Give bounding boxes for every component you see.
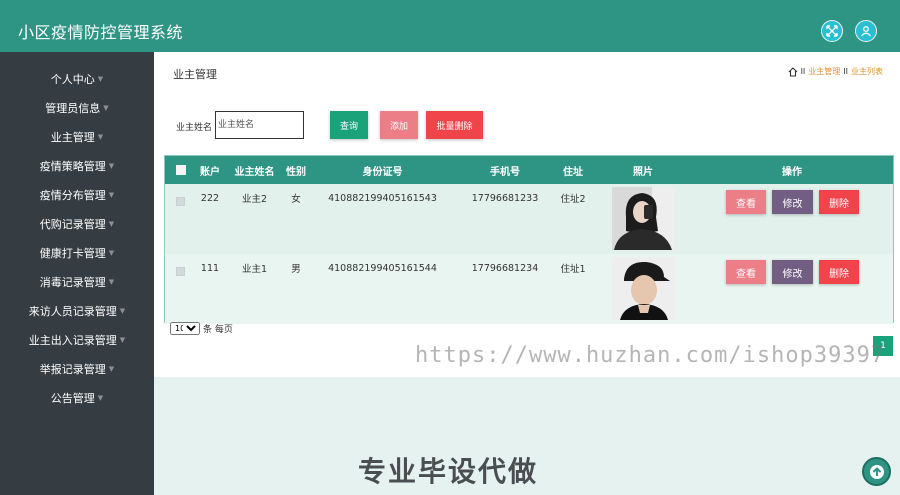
sidebar: 个人中心 ▼ 管理员信息 ▼ 业主管理 ▼ 疫情策略管理 ▼ 疫情分布管理 ▼ 代购记录管… xyxy=(0,52,154,495)
female-portrait-photo xyxy=(612,187,675,250)
chevron-down-icon: ▼ xyxy=(103,104,109,112)
sidebar-item-label: 健康打卡管理 xyxy=(39,247,106,260)
sidebar-item-admin-info[interactable]: 管理员信息 ▼ xyxy=(0,98,154,118)
breadcrumb-separator: II xyxy=(843,67,848,76)
home-icon[interactable] xyxy=(788,66,798,77)
column-header-actions: 操作 xyxy=(782,166,802,178)
cell-name: 业主1 xyxy=(241,264,268,275)
page-title: 业主管理 xyxy=(173,68,217,81)
delete-button[interactable]: 删除 xyxy=(819,260,859,284)
sidebar-item-label: 公告管理 xyxy=(50,392,95,405)
edit-button[interactable]: 修改 xyxy=(772,260,813,284)
sidebar-item-label: 业主管理 xyxy=(50,131,95,144)
sidebar-item-label: 管理员信息 xyxy=(45,102,101,115)
cell-id-card: 410882199405161543 xyxy=(328,192,437,204)
cell-account: 111 xyxy=(200,262,220,274)
cell-address: 住址1 xyxy=(560,264,586,275)
breadcrumb-item-owner-list[interactable]: 业主列表 xyxy=(851,66,883,77)
cell-name: 业主2 xyxy=(241,194,268,205)
query-button[interactable]: 查询 xyxy=(330,111,368,139)
cell-address: 住址2 xyxy=(560,194,586,205)
promo-text: 专业毕设代做 xyxy=(358,455,539,488)
male-portrait-photo xyxy=(612,257,675,320)
chevron-down-icon: ▼ xyxy=(97,75,104,83)
user-button[interactable] xyxy=(855,20,877,42)
row-checkbox[interactable] xyxy=(176,197,185,206)
page-size-suffix: 条 每页 xyxy=(203,325,233,335)
column-header-address: 住址 xyxy=(563,166,583,178)
sidebar-item-label: 来访人员记录管理 xyxy=(28,305,117,318)
chevron-down-icon: ▼ xyxy=(97,133,104,141)
search-label: 业主姓名 xyxy=(176,123,213,133)
sidebar-item-access-records[interactable]: 业主出入记录管理 ▼ xyxy=(0,330,154,350)
sidebar-item-personal-center[interactable]: 个人中心 ▼ xyxy=(0,69,154,89)
url-watermark: https://www.huzhan.com/ishop39397 xyxy=(415,343,886,368)
chevron-down-icon: ▼ xyxy=(108,220,115,228)
column-header-photo: 照片 xyxy=(633,166,653,178)
sidebar-item-purchase-records[interactable]: 代购记录管理 ▼ xyxy=(0,214,154,234)
sidebar-item-label: 消毒记录管理 xyxy=(39,276,106,289)
arrow-up-icon xyxy=(869,464,884,479)
table-header: 账户 业主姓名 性别 身份证号 手机号 住址 照片 操作 xyxy=(165,156,893,184)
page-size-control: 10 条 每页 xyxy=(170,322,233,335)
cell-gender: 男 xyxy=(291,264,301,275)
cell-gender: 女 xyxy=(291,194,301,205)
sidebar-item-report-records[interactable]: 举报记录管理 ▼ xyxy=(0,359,154,379)
cell-id-card: 410882199405161544 xyxy=(328,262,437,274)
page-size-select[interactable]: 10 xyxy=(170,322,200,335)
batch-delete-button[interactable]: 批量删除 xyxy=(426,111,483,139)
app-title: 小区疫情防控管理系统 xyxy=(18,23,184,42)
column-header-phone: 手机号 xyxy=(490,166,520,178)
breadcrumb-item-owner-management[interactable]: 业主管理 xyxy=(808,66,840,77)
fullscreen-button[interactable] xyxy=(821,20,843,42)
user-icon xyxy=(860,26,872,37)
table-row: 111 业主1 男 410882199405161544 17796681234… xyxy=(165,254,893,324)
sidebar-item-label: 代购记录管理 xyxy=(39,218,106,231)
sidebar-item-epidemic-strategy[interactable]: 疫情策略管理 ▼ xyxy=(0,156,154,176)
sidebar-item-label: 疫情分布管理 xyxy=(39,189,106,202)
chevron-down-icon: ▼ xyxy=(108,249,115,257)
column-header-gender: 性别 xyxy=(286,166,306,178)
table-row: 222 业主2 女 410882199405161543 17796681233… xyxy=(165,184,893,254)
cell-phone: 17796681233 xyxy=(471,192,539,204)
column-header-id-card: 身份证号 xyxy=(362,166,403,178)
main-content: 业主管理 II 业主管理 II 业主列表 业主姓名 查询 添加 批量删除 账户 … xyxy=(154,52,900,377)
expand-arrows-icon xyxy=(826,25,838,37)
chevron-down-icon: ▼ xyxy=(119,336,126,344)
sidebar-item-health-checkin[interactable]: 健康打卡管理 ▼ xyxy=(0,243,154,263)
view-button[interactable]: 查看 xyxy=(726,260,766,284)
scroll-to-top-button[interactable] xyxy=(862,457,891,486)
sidebar-item-announcements[interactable]: 公告管理 ▼ xyxy=(0,388,154,408)
column-header-name: 业主姓名 xyxy=(234,166,275,178)
view-button[interactable]: 查看 xyxy=(726,190,766,214)
chevron-down-icon: ▼ xyxy=(97,394,104,402)
chevron-down-icon: ▼ xyxy=(108,365,115,373)
select-all-checkbox[interactable] xyxy=(176,165,186,175)
delete-button[interactable]: 删除 xyxy=(819,190,859,214)
sidebar-item-owner-management[interactable]: 业主管理 ▼ xyxy=(0,127,154,147)
chevron-down-icon: ▼ xyxy=(108,162,115,170)
sidebar-item-disinfection-records[interactable]: 消毒记录管理 ▼ xyxy=(0,272,154,292)
row-checkbox[interactable] xyxy=(176,267,185,276)
add-button[interactable]: 添加 xyxy=(380,111,418,139)
cell-phone: 17796681234 xyxy=(471,262,539,274)
breadcrumb: II 业主管理 II 业主列表 xyxy=(788,66,883,77)
chevron-down-icon: ▼ xyxy=(108,278,115,286)
sidebar-item-label: 举报记录管理 xyxy=(39,363,106,376)
owner-table: 账户 业主姓名 性别 身份证号 手机号 住址 照片 操作 222 业主2 女 4… xyxy=(164,155,894,324)
chevron-down-icon: ▼ xyxy=(119,307,126,315)
sidebar-item-epidemic-distribution[interactable]: 疫情分布管理 ▼ xyxy=(0,185,154,205)
sidebar-item-label: 业主出入记录管理 xyxy=(28,334,117,347)
chevron-down-icon: ▼ xyxy=(108,191,115,199)
owner-name-search-input[interactable] xyxy=(215,111,304,139)
sidebar-item-visitor-records[interactable]: 来访人员记录管理 ▼ xyxy=(0,301,154,321)
cell-account: 222 xyxy=(200,192,220,204)
column-header-account: 账户 xyxy=(200,166,220,178)
edit-button[interactable]: 修改 xyxy=(772,190,813,214)
breadcrumb-separator: II xyxy=(800,67,806,76)
top-navbar: 小区疫情防控管理系统 xyxy=(0,0,900,52)
sidebar-item-label: 个人中心 xyxy=(50,73,95,86)
sidebar-item-label: 疫情策略管理 xyxy=(39,160,106,173)
